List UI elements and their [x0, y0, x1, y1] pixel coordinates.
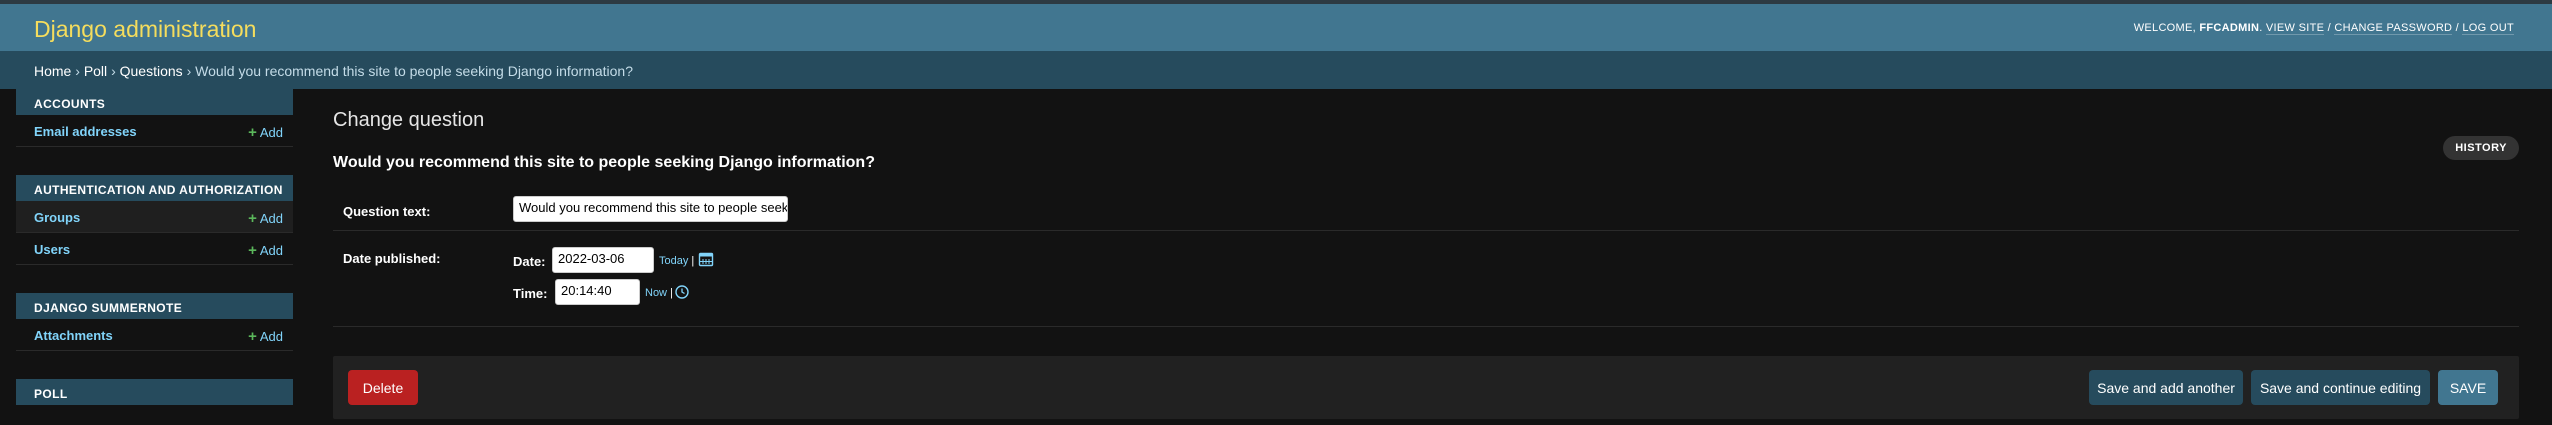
- main-content: Change question HISTORY Would you recomm…: [333, 89, 2519, 425]
- add-label: Add: [259, 211, 283, 226]
- delete-button[interactable]: Delete: [348, 370, 418, 405]
- model-link[interactable]: Email addresses: [34, 124, 137, 139]
- pipe-separator: |: [670, 287, 673, 299]
- plus-icon: +: [248, 242, 257, 259]
- welcome-text: WELCOME,: [2133, 22, 2196, 34]
- add-user-button[interactable]: + Add: [248, 242, 283, 259]
- today-link[interactable]: Today: [659, 255, 688, 267]
- question-text-input[interactable]: Would you recommend this site to people …: [513, 196, 788, 222]
- module-gap: [16, 147, 293, 175]
- model-link[interactable]: Groups: [34, 210, 80, 225]
- save-and-add-another-button[interactable]: Save and add another: [2089, 370, 2243, 405]
- sidebar-item-email-addresses: Email addresses + Add: [16, 115, 293, 147]
- form-row-date-published: Date published: Date: 2022-03-06 Today |…: [333, 230, 2519, 327]
- save-button[interactable]: SAVE: [2438, 370, 2498, 405]
- sidebar: ACCOUNTS Email addresses + Add AUTHENTICA…: [16, 89, 293, 425]
- module-caption-auth[interactable]: AUTHENTICATION AND AUTHORIZATION: [16, 175, 293, 201]
- now-link[interactable]: Now: [645, 287, 667, 299]
- add-label: Add: [259, 125, 283, 140]
- separator: /: [2455, 22, 2460, 34]
- user-tools: WELCOME, FFCADMIN. VIEW SITE / CHANGE PA…: [2133, 22, 2514, 35]
- plus-icon: +: [248, 124, 257, 141]
- username: FFCADMIN: [2199, 22, 2260, 34]
- date-input[interactable]: 2022-03-06: [552, 247, 654, 273]
- breadcrumb: Home › Poll › Questions › Would you reco…: [0, 51, 2552, 89]
- history-button[interactable]: HISTORY: [2443, 136, 2519, 160]
- object-title: Would you recommend this site to people …: [333, 154, 875, 171]
- date-published-label: Date published:: [343, 251, 441, 266]
- page-title: Change question: [333, 109, 485, 131]
- model-link[interactable]: Users: [34, 242, 70, 257]
- log-out-link[interactable]: LOG OUT: [2462, 22, 2514, 35]
- site-brand[interactable]: Django administration: [34, 16, 256, 43]
- submit-row: Delete Save and add another Save and con…: [333, 356, 2519, 419]
- module-caption-accounts[interactable]: ACCOUNTS: [16, 89, 293, 115]
- save-and-continue-button[interactable]: Save and continue editing: [2251, 370, 2430, 405]
- calendar-icon[interactable]: [698, 251, 714, 272]
- breadcrumb-app[interactable]: Poll: [84, 63, 107, 79]
- breadcrumb-separator: ›: [75, 63, 80, 79]
- separator: /: [2327, 22, 2331, 34]
- breadcrumb-model[interactable]: Questions: [120, 63, 183, 79]
- module-caption-poll[interactable]: POLL: [16, 379, 293, 405]
- module-caption-django-summernote[interactable]: DJANGO SUMMERNOTE: [16, 293, 293, 319]
- add-group-button[interactable]: + Add: [248, 210, 283, 227]
- view-site-link[interactable]: VIEW SITE: [2265, 22, 2325, 35]
- add-label: Add: [259, 243, 283, 258]
- clock-icon[interactable]: [674, 284, 690, 305]
- question-text-label: Question text:: [343, 204, 431, 219]
- time-input[interactable]: 20:14:40: [555, 279, 640, 305]
- plus-icon: +: [248, 210, 257, 227]
- breadcrumb-separator: ›: [186, 63, 192, 79]
- sidebar-item-groups: Groups + Add: [16, 201, 293, 233]
- time-label: Time:: [513, 286, 548, 301]
- date-shortcuts: Today |: [659, 255, 694, 267]
- add-email-address-button[interactable]: + Add: [248, 124, 283, 141]
- pipe-separator: |: [691, 255, 695, 267]
- add-attachment-button[interactable]: + Add: [248, 328, 283, 345]
- module-gap: [16, 265, 293, 293]
- breadcrumb-current: Would you recommend this site to people …: [195, 63, 634, 79]
- plus-icon: +: [248, 328, 257, 345]
- date-label: Date:: [513, 254, 546, 269]
- add-label: Add: [259, 329, 283, 344]
- sidebar-item-users: Users + Add: [16, 233, 293, 265]
- module-gap: [16, 351, 293, 379]
- breadcrumb-home[interactable]: Home: [34, 63, 71, 79]
- breadcrumb-separator: ›: [111, 63, 116, 79]
- separator: .: [2259, 22, 2263, 34]
- sidebar-item-attachments: Attachments + Add: [16, 319, 293, 351]
- model-link[interactable]: Attachments: [34, 328, 113, 343]
- form-row-question-text: Question text: Would you recommend this …: [333, 187, 2519, 231]
- header: Django administration WELCOME, FFCADMIN.…: [0, 4, 2552, 51]
- time-shortcuts: Now |: [645, 287, 673, 299]
- change-password-link[interactable]: CHANGE PASSWORD: [2334, 22, 2453, 35]
